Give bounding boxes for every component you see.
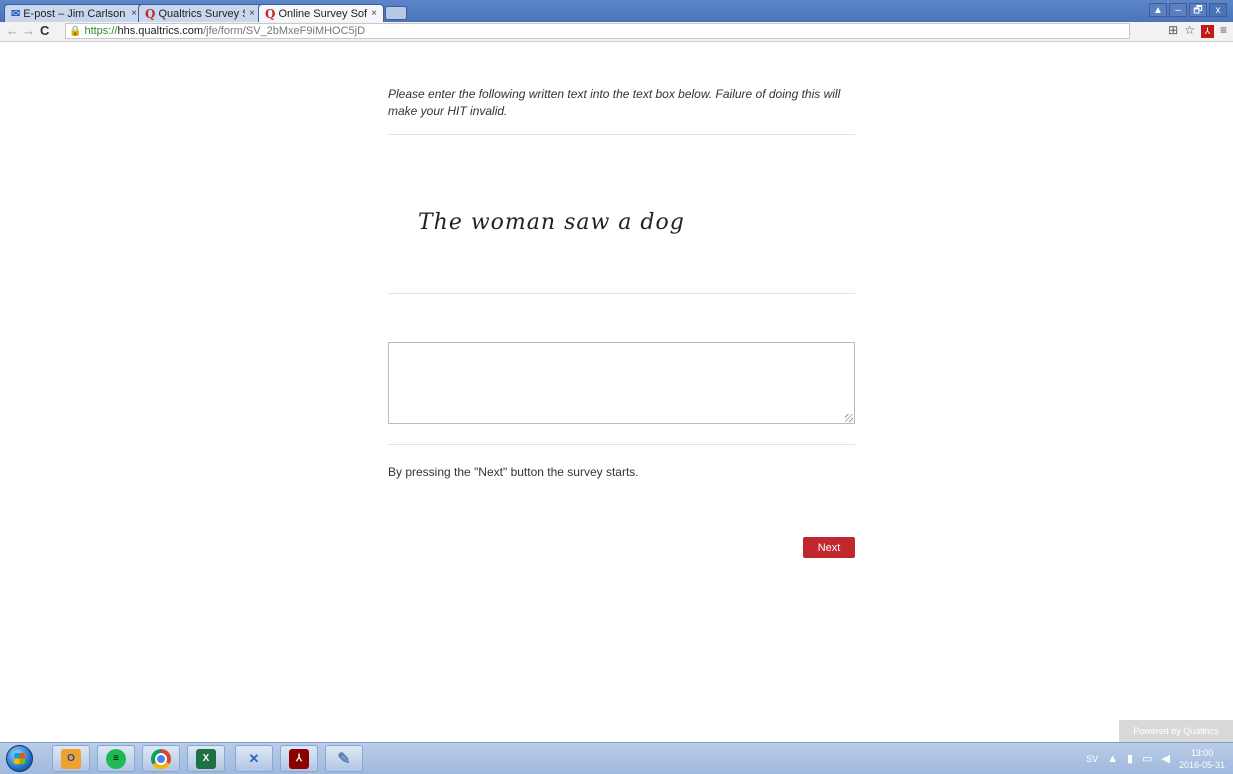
minimize-button[interactable]: – (1169, 3, 1187, 17)
tab-close-icon[interactable]: × (371, 8, 377, 19)
chrome-icon (151, 748, 171, 769)
taskbar-paint[interactable]: ✎ (325, 745, 363, 772)
restore-button[interactable]: 🗗 (1189, 3, 1207, 17)
start-button[interactable] (6, 745, 33, 772)
url-path: /jfe/form/SV_2bMxeF9iMHOC5jD (203, 25, 366, 37)
system-tray: SV ▲ ▮ ▭ ◀ 13:00 2016-05-31 (1086, 743, 1225, 774)
new-tab-button[interactable] (385, 6, 407, 20)
tab-online-survey[interactable]: Q Online Survey Softw × (258, 4, 384, 22)
reload-icon[interactable]: C (40, 23, 49, 38)
start-note: By pressing the "Next" button the survey… (388, 465, 639, 479)
menu-icon[interactable]: ≡ (1220, 23, 1227, 38)
spotify-icon: ≡ (106, 748, 126, 769)
outlook-icon: O (61, 748, 81, 769)
browser-tab-strip: ✉ E-post – Jim Carlson × Q Qualtrics Sur… (0, 0, 1233, 22)
language-indicator[interactable]: SV (1086, 754, 1098, 764)
powered-by-qualtrics[interactable]: Powered by Qualtrics (1119, 720, 1233, 742)
tab-title: Qualtrics Survey Soft (158, 7, 245, 20)
tab-close-icon[interactable]: × (249, 8, 255, 19)
show-hidden-icons-icon[interactable]: ▲ (1107, 753, 1118, 765)
address-bar[interactable]: 🔒 https://hhs.qualtrics.com/jfe/form/SV_2… (65, 23, 1130, 39)
resize-grip-icon[interactable] (845, 414, 853, 422)
handwritten-text-image: The woman saw a dog (418, 210, 685, 235)
clock-time: 13:00 (1190, 747, 1214, 758)
question-instruction: Please enter the following written text … (388, 87, 841, 118)
taskbar-rx[interactable]: ✕ (235, 745, 273, 772)
bookmark-star-icon[interactable]: ☆ (1184, 23, 1195, 38)
next-button[interactable]: Next (803, 537, 855, 558)
taskbar: O ≡ X ✕ ⅄ ✎ SV ▲ ▮ ▭ ◀ 13:00 2016-05-31 (0, 742, 1233, 774)
mail-icon: ✉ (11, 8, 21, 20)
forward-icon[interactable]: → (22, 23, 35, 38)
clock-date: 2016-05-31 (1178, 759, 1225, 770)
window-controls: ▲ – 🗗 x (1149, 3, 1227, 17)
display-icon[interactable]: ▭ (1142, 752, 1152, 765)
lock-icon: 🔒 (69, 26, 82, 37)
tab-close-icon[interactable]: × (131, 8, 137, 19)
browser-toolbar: ← → C 🔒 https://hhs.qualtrics.com/jfe/for… (0, 22, 1233, 42)
toolbar-icons: ⊞ ☆ ⅄ ≡ (1168, 23, 1227, 38)
divider (388, 293, 855, 294)
user-icon[interactable]: ▲ (1149, 3, 1167, 17)
qualtrics-icon: Q (265, 6, 276, 21)
tab-title: E-post – Jim Carlson (23, 7, 126, 20)
excel-icon: X (196, 748, 216, 769)
taskbar-excel[interactable]: X (187, 745, 225, 772)
paint-icon: ✎ (337, 750, 351, 768)
network-icon[interactable]: ▮ (1127, 752, 1133, 765)
taskbar-outlook[interactable]: O (52, 745, 90, 772)
divider (388, 444, 855, 445)
clock[interactable]: 13:00 2016-05-31 (1179, 747, 1225, 771)
translate-icon[interactable]: ⊞ (1168, 23, 1178, 38)
taskbar-chrome[interactable] (142, 745, 180, 772)
rx-icon: ✕ (248, 750, 260, 766)
qualtrics-icon: Q (145, 6, 156, 21)
answer-textbox[interactable] (388, 342, 855, 424)
close-button[interactable]: x (1209, 3, 1227, 17)
url-host: hhs.qualtrics.com (117, 25, 204, 37)
url-scheme: https:// (84, 25, 118, 37)
divider (388, 134, 855, 135)
acrobat-extension-icon[interactable]: ⅄ (1200, 25, 1214, 38)
volume-icon[interactable]: ◀ (1161, 752, 1169, 765)
taskbar-acrobat[interactable]: ⅄ (280, 745, 318, 772)
taskbar-spotify[interactable]: ≡ (97, 745, 135, 772)
tab-email[interactable]: ✉ E-post – Jim Carlson × (4, 4, 144, 22)
tab-title: Online Survey Softw (278, 7, 368, 20)
tab-qualtrics-survey[interactable]: Q Qualtrics Survey Soft × (138, 4, 262, 22)
back-icon[interactable]: ← (6, 23, 19, 38)
acrobat-icon: ⅄ (289, 748, 309, 769)
